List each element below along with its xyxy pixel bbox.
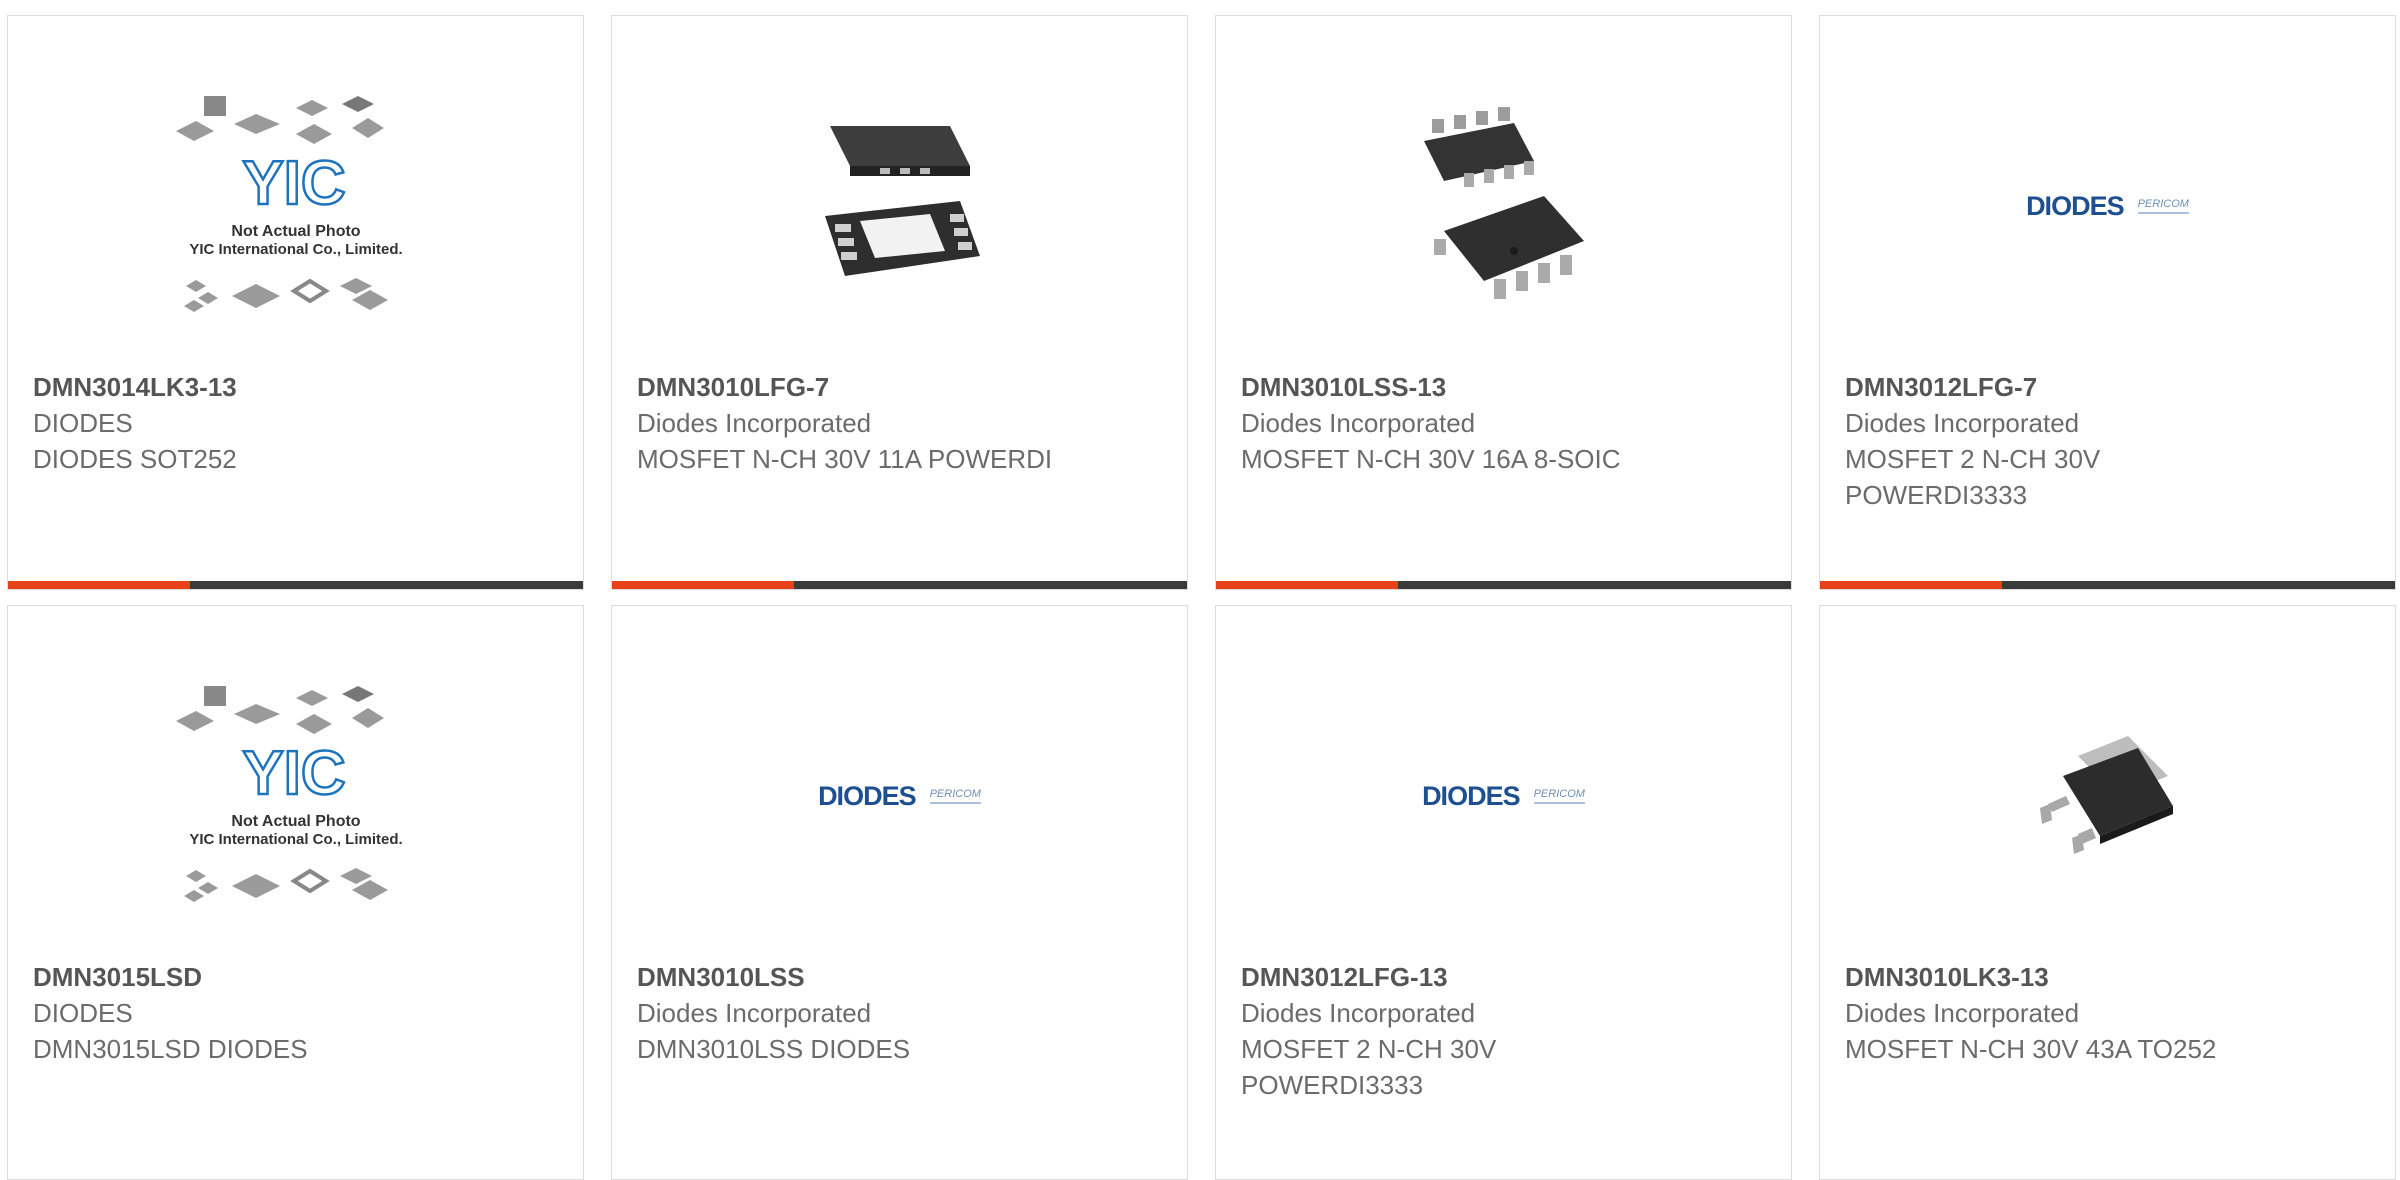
description: MOSFET 2 N-CH 30V POWERDI3333 [1241, 1034, 1497, 1100]
product-card[interactable]: DIODES PERICOM DMN3010LSS Diodes Incorpo… [611, 605, 1188, 1180]
description: MOSFET N-CH 30V 11A POWERDI [637, 444, 1053, 474]
placeholder-caption: YIC International Co., Limited. [189, 241, 402, 258]
product-info: DMN3010LFG-7 Diodes Incorporated MOSFET … [637, 369, 1167, 477]
card-bottom-bar [1820, 581, 2395, 589]
product-image[interactable]: DIODES PERICOM [1820, 56, 2395, 356]
description: MOSFET N-CH 30V 43A TO252 [1845, 1034, 2217, 1064]
pericom-logo-text: PERICOM [2137, 198, 2189, 214]
product-image[interactable] [1820, 646, 2395, 946]
product-image[interactable] [612, 56, 1187, 356]
part-number-link[interactable]: DMN3014LK3-13 [33, 369, 563, 405]
yic-placeholder-image: YIC Not Actual Photo YIC International C… [175, 96, 402, 312]
diodes-logo-text: DIODES [1422, 780, 1521, 811]
product-info: DMN3012LFG-13 Diodes Incorporated MOSFET… [1241, 959, 1771, 1103]
card-bottom-bar [8, 581, 583, 589]
part-number-link[interactable]: DMN3010LSS-13 [1241, 369, 1771, 405]
product-grid: YIC Not Actual Photo YIC International C… [0, 0, 2400, 1180]
description: DMN3010LSS DIODES [637, 1034, 911, 1064]
qfn-chip-image [824, 126, 980, 276]
manufacturer: DIODES [33, 408, 133, 438]
part-number-link[interactable]: DMN3015LSD [33, 959, 563, 995]
product-image[interactable]: DIODES PERICOM [1216, 646, 1791, 946]
product-card[interactable]: DMN3010LK3-13 Diodes Incorporated MOSFET… [1819, 605, 2396, 1180]
placeholder-caption: Not Actual Photo [231, 223, 360, 240]
diodes-logo-text: DIODES [818, 780, 917, 811]
product-info: DMN3015LSD DIODES DMN3015LSD DIODES [33, 959, 563, 1067]
part-number-link[interactable]: DMN3010LK3-13 [1845, 959, 2375, 995]
manufacturer: DIODES [33, 998, 133, 1028]
manufacturer: Diodes Incorporated [1241, 408, 1476, 438]
product-card[interactable]: DMN3010LSS-13 Diodes Incorporated MOSFET… [1215, 15, 1792, 590]
product-card[interactable]: DMN3010LFG-7 Diodes Incorporated MOSFET … [611, 15, 1188, 590]
yic-logo: YIC [242, 739, 345, 808]
placeholder-caption: YIC International Co., Limited. [189, 831, 402, 848]
product-info: DMN3010LSS Diodes Incorporated DMN3010LS… [637, 959, 1167, 1067]
yic-logo: YIC [242, 149, 345, 218]
yic-placeholder-image: YIC Not Actual Photo YIC International C… [175, 686, 402, 902]
card-bottom-bar [612, 581, 1187, 589]
product-info: DMN3014LK3-13 DIODES DIODES SOT252 [33, 369, 563, 477]
card-bottom-bar [1216, 581, 1791, 589]
product-info: DMN3010LSS-13 Diodes Incorporated MOSFET… [1241, 369, 1771, 477]
to252-chip-image [2039, 736, 2173, 854]
description: MOSFET 2 N-CH 30V POWERDI3333 [1845, 444, 2101, 510]
manufacturer: Diodes Incorporated [637, 408, 872, 438]
manufacturer: Diodes Incorporated [1845, 408, 2080, 438]
description: DIODES SOT252 [33, 444, 237, 474]
soic-chip-image [1423, 107, 1584, 299]
description: MOSFET N-CH 30V 16A 8-SOIC [1241, 444, 1621, 474]
accent-bar [1820, 581, 2002, 589]
product-image[interactable]: YIC Not Actual Photo YIC International C… [8, 56, 583, 356]
diodes-logo: DIODES PERICOM [1422, 781, 1585, 812]
diodes-logo-text: DIODES [2026, 190, 2125, 221]
manufacturer: Diodes Incorporated [1845, 998, 2080, 1028]
product-card[interactable]: DIODES PERICOM DMN3012LFG-13 Diodes Inco… [1215, 605, 1792, 1180]
manufacturer: Diodes Incorporated [1241, 998, 1476, 1028]
diodes-logo: DIODES PERICOM [2026, 191, 2189, 222]
product-card[interactable]: DIODES PERICOM DMN3012LFG-7 Diodes Incor… [1819, 15, 2396, 590]
diodes-logo: DIODES PERICOM [818, 781, 981, 812]
accent-bar [1216, 581, 1398, 589]
placeholder-caption: Not Actual Photo [231, 813, 360, 830]
product-info: DMN3012LFG-7 Diodes Incorporated MOSFET … [1845, 369, 2375, 513]
pericom-logo-text: PERICOM [1533, 788, 1585, 804]
accent-bar [8, 581, 190, 589]
product-info: DMN3010LK3-13 Diodes Incorporated MOSFET… [1845, 959, 2375, 1067]
product-image[interactable]: YIC Not Actual Photo YIC International C… [8, 646, 583, 946]
part-number-link[interactable]: DMN3012LFG-13 [1241, 959, 1771, 995]
pericom-logo-text: PERICOM [929, 788, 981, 804]
product-image[interactable] [1216, 56, 1791, 356]
description: DMN3015LSD DIODES [33, 1034, 308, 1064]
part-number-link[interactable]: DMN3010LSS [637, 959, 1167, 995]
part-number-link[interactable]: DMN3012LFG-7 [1845, 369, 2375, 405]
manufacturer: Diodes Incorporated [637, 998, 872, 1028]
part-number-link[interactable]: DMN3010LFG-7 [637, 369, 1167, 405]
product-card[interactable]: YIC Not Actual Photo YIC International C… [7, 605, 584, 1180]
accent-bar [612, 581, 794, 589]
product-image[interactable]: DIODES PERICOM [612, 646, 1187, 946]
product-card[interactable]: YIC Not Actual Photo YIC International C… [7, 15, 584, 590]
